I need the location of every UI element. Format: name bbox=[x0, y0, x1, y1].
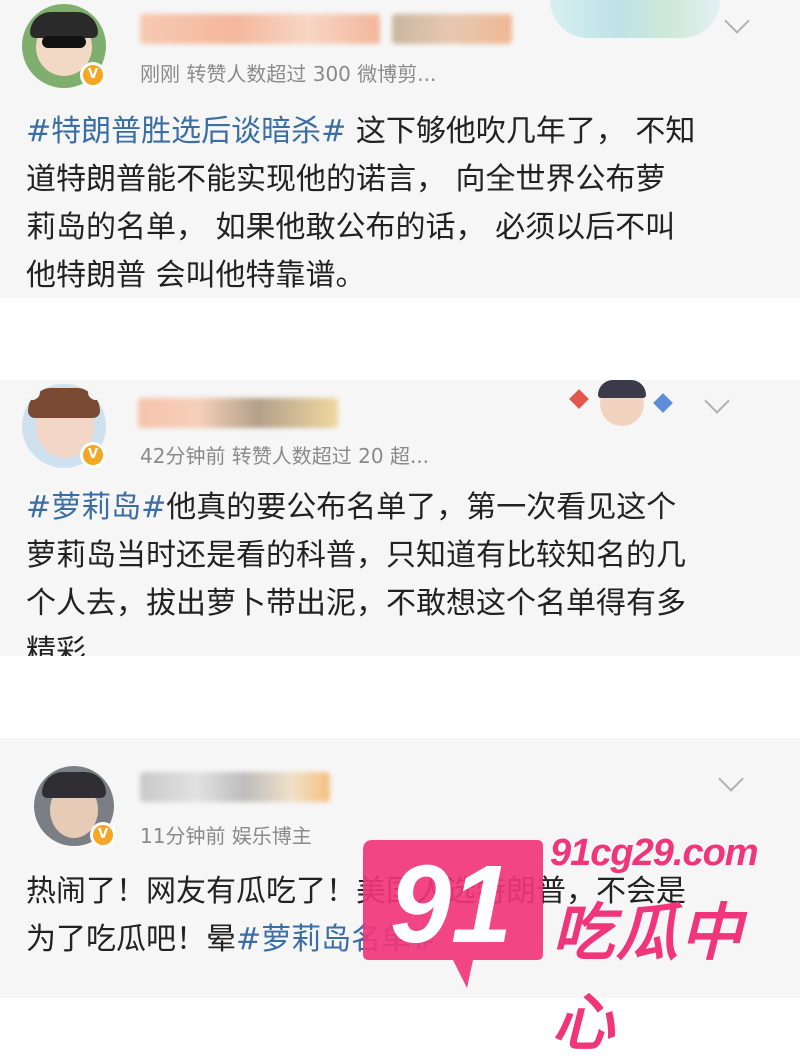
username-blurred[interactable] bbox=[140, 14, 380, 44]
post-meta: 刚刚 转赞人数超过 300 微博剪... bbox=[140, 62, 437, 86]
post-body: #萝莉岛#他真的要公布名单了，第一次看见这个 萝莉岛当时还是看的科普，只知道有比… bbox=[26, 490, 686, 669]
post-separator bbox=[0, 298, 800, 380]
weibo-post-1: V 刚刚 转赞人数超过 300 微博剪... #特朗普胜选后谈暗杀# 这下够他吹… bbox=[0, 0, 800, 298]
username-blurred-tail bbox=[392, 14, 512, 44]
verified-badge-icon: V bbox=[80, 62, 106, 88]
topic-tag[interactable]: #特朗普胜选后谈暗杀# bbox=[26, 114, 346, 149]
watermark-91-logo: 91 bbox=[363, 840, 543, 988]
topic-tag[interactable]: #萝莉岛# bbox=[26, 490, 166, 525]
weibo-post-2: V 42分钟前 转赞人数超过 20 超... #萝莉岛#他真的要公布名单了，第一… bbox=[0, 380, 800, 669]
verified-badge-icon: V bbox=[80, 442, 106, 468]
chevron-down-icon[interactable] bbox=[718, 766, 744, 792]
watermark-url: 91cg29.com bbox=[550, 832, 759, 874]
chevron-down-icon[interactable] bbox=[704, 388, 730, 414]
decoration-sticker bbox=[569, 380, 673, 426]
verified-badge-icon: V bbox=[90, 822, 116, 848]
username-blurred[interactable] bbox=[140, 772, 330, 802]
post-meta: 42分钟前 转赞人数超过 20 超... bbox=[140, 444, 430, 468]
watermark-logo-number: 91 bbox=[390, 843, 512, 966]
post-separator bbox=[0, 656, 800, 738]
post-body: #特朗普胜选后谈暗杀# 这下够他吹几年了， 不知 道特朗普能不能实现他的诺言， … bbox=[26, 114, 696, 293]
decoration-sticker bbox=[550, 0, 720, 38]
watermark-title: 吃瓜中心 bbox=[552, 896, 745, 1059]
username-blurred[interactable] bbox=[138, 398, 338, 428]
chevron-down-icon[interactable] bbox=[724, 8, 750, 34]
post-meta: 11分钟前 娱乐博主 bbox=[140, 824, 312, 848]
